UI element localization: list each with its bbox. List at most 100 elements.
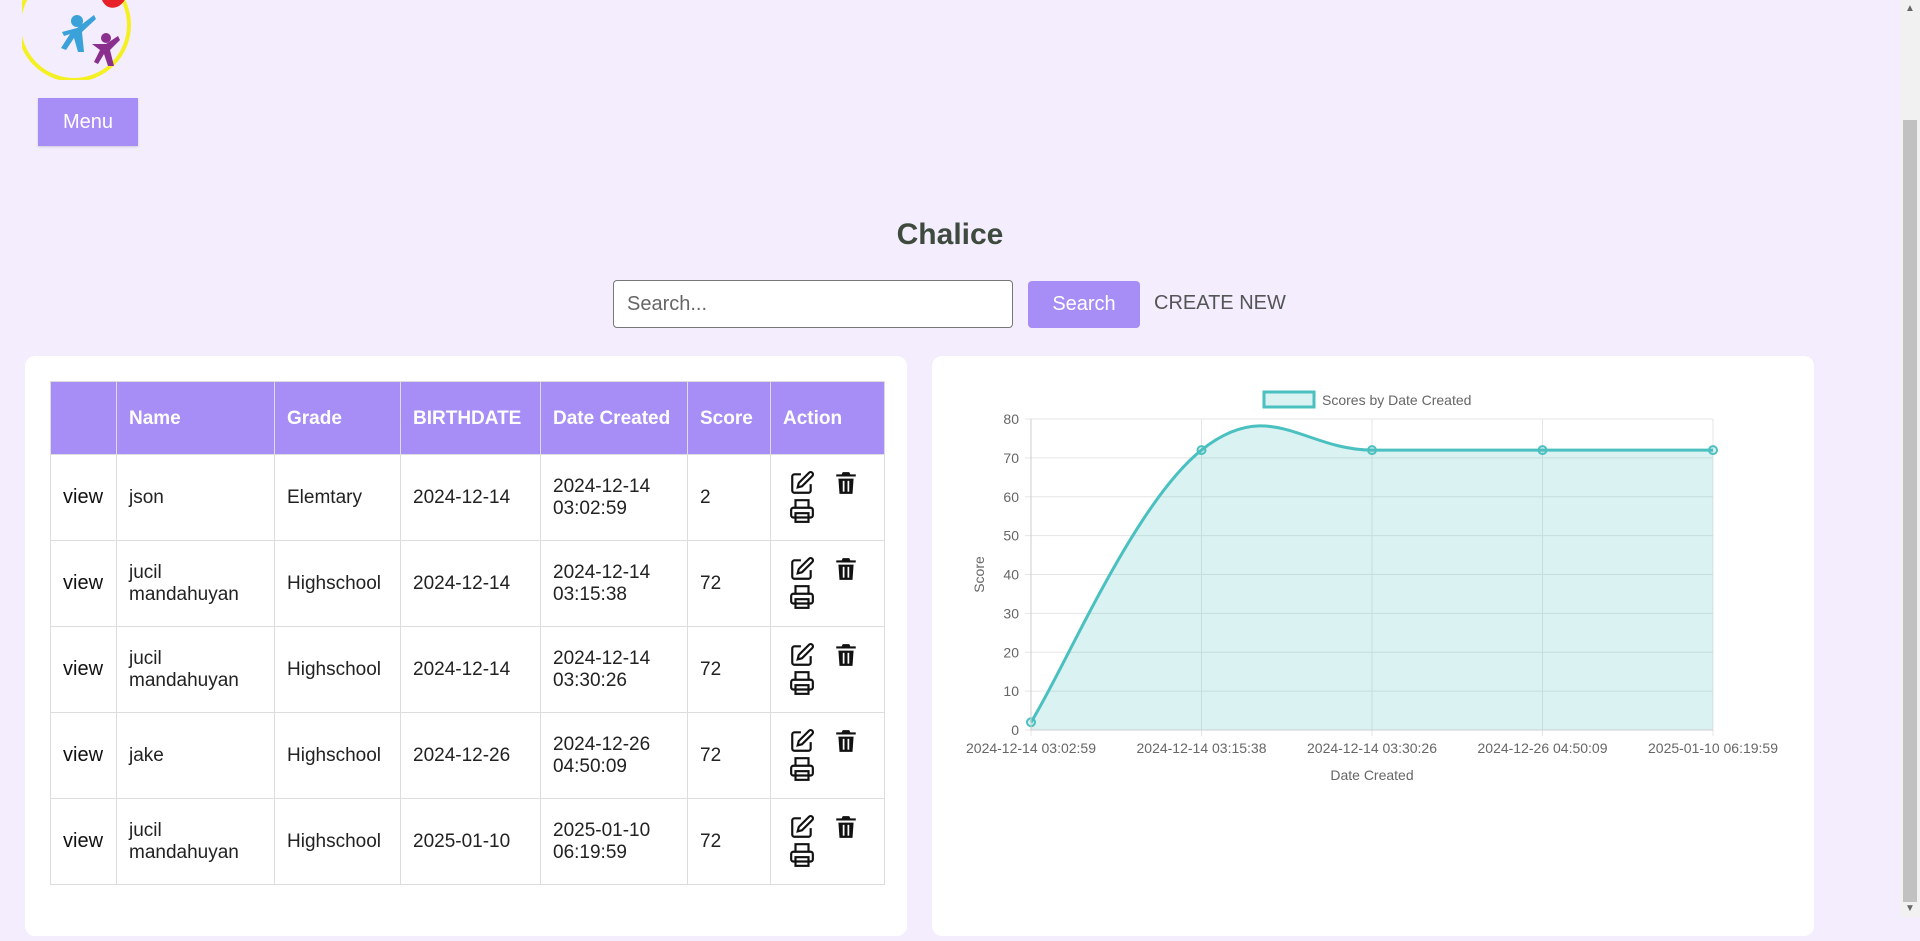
edit-icon[interactable] xyxy=(789,814,815,840)
grade-cell: Elemtary xyxy=(274,454,401,541)
trash-icon[interactable] xyxy=(833,814,859,840)
scroll-up-arrow-icon[interactable]: ▲ xyxy=(1900,0,1920,17)
x-tick-label: 2024-12-26 04:50:09 xyxy=(1478,740,1608,756)
view-cell: view xyxy=(50,540,117,627)
table-row: view jucil mandahuyan Highschool 2025-01-10… xyxy=(50,798,885,885)
y-tick-label: 30 xyxy=(1003,605,1019,621)
grade-cell: Highschool xyxy=(274,712,401,799)
birthdate-cell: 2024-12-14 xyxy=(400,540,541,627)
table-row: view json Elemtary 2024-12-14 2024-12-14 03:… xyxy=(50,454,885,541)
y-tick-label: 0 xyxy=(1011,722,1019,738)
y-tick-label: 20 xyxy=(1003,644,1019,660)
date-created-cell: 2024-12-14 03:02:59 xyxy=(540,454,688,541)
print-icon[interactable] xyxy=(789,584,815,610)
name-cell: jake xyxy=(116,712,275,799)
column-header-action: Action xyxy=(770,381,885,455)
page-title: Chalice xyxy=(896,218,1004,251)
date-created-cell: 2024-12-14 03:30:26 xyxy=(540,626,688,713)
print-icon[interactable] xyxy=(789,670,815,696)
y-tick-label: 80 xyxy=(1003,411,1019,427)
column-header-view xyxy=(50,381,117,455)
print-icon[interactable] xyxy=(789,498,815,524)
table-row: view jake Highschool 2024-12-26 2024-12-26 0… xyxy=(50,712,885,799)
column-header-score: Score xyxy=(687,381,771,455)
data-point xyxy=(1537,445,1548,456)
view-link[interactable]: view xyxy=(63,658,103,680)
edit-icon[interactable] xyxy=(789,728,815,754)
y-tick-label: 70 xyxy=(1003,450,1019,466)
score-cell: 72 xyxy=(687,540,771,627)
date-created-cell: 2024-12-26 04:50:09 xyxy=(540,712,688,799)
trash-icon[interactable] xyxy=(833,728,859,754)
trash-icon[interactable] xyxy=(833,556,859,582)
table-row: view jucil mandahuyan Highschool 2024-12-14… xyxy=(50,540,885,627)
scrollbar[interactable]: ▲ ▼ xyxy=(1900,0,1920,917)
menu-button[interactable]: Menu xyxy=(38,98,138,146)
trash-icon[interactable] xyxy=(833,470,859,496)
table-row: view jucil mandahuyan Highschool 2024-12-14… xyxy=(50,626,885,713)
x-tick-label: 2024-12-14 03:30:26 xyxy=(1307,740,1437,756)
search-input[interactable] xyxy=(613,280,1013,328)
score-cell: 72 xyxy=(687,712,771,799)
scrollbar-thumb[interactable] xyxy=(1903,120,1917,902)
table-header-row: Name Grade BIRTHDATE Date Created Score … xyxy=(50,381,885,455)
view-cell: view xyxy=(50,454,117,541)
birthdate-cell: 2024-12-26 xyxy=(400,712,541,799)
x-tick-label: 2025-01-10 06:19:59 xyxy=(1648,740,1778,756)
edit-icon[interactable] xyxy=(789,470,815,496)
grade-cell: Highschool xyxy=(274,540,401,627)
view-cell: view xyxy=(50,798,117,885)
name-cell: jucil mandahuyan xyxy=(116,626,275,713)
trash-icon[interactable] xyxy=(833,642,859,668)
date-created-cell: 2024-12-14 03:15:38 xyxy=(540,540,688,627)
column-header-name: Name xyxy=(116,381,275,455)
name-cell: json xyxy=(116,454,275,541)
edit-icon[interactable] xyxy=(789,642,815,668)
y-tick-label: 60 xyxy=(1003,489,1019,505)
name-cell: jucil mandahuyan xyxy=(116,798,275,885)
action-cell xyxy=(770,540,885,627)
birthdate-cell: 2025-01-10 xyxy=(400,798,541,885)
grade-cell: Highschool xyxy=(274,626,401,713)
y-tick-label: 50 xyxy=(1003,528,1019,544)
chart-card: 0 10 20 30 40 50 60 70 80 2024-12-14 03:02:59 2024… xyxy=(932,356,1814,936)
legend-swatch xyxy=(1262,390,1316,409)
column-header-birthdate: BIRTHDATE xyxy=(400,381,541,455)
data-point xyxy=(1196,445,1207,456)
data-point xyxy=(1708,445,1718,456)
view-link[interactable]: view xyxy=(63,744,103,766)
action-cell xyxy=(770,626,885,713)
view-link[interactable]: view xyxy=(63,486,103,508)
birthdate-cell: 2024-12-14 xyxy=(400,454,541,541)
score-cell: 72 xyxy=(687,626,771,713)
birthdate-cell: 2024-12-14 xyxy=(400,626,541,713)
print-icon[interactable] xyxy=(789,842,815,868)
family-logo-icon xyxy=(22,0,131,80)
y-axis-title: Score xyxy=(971,556,987,593)
date-created-cell: 2025-01-10 06:19:59 xyxy=(540,798,688,885)
view-cell: view xyxy=(50,712,117,799)
view-link[interactable]: view xyxy=(63,830,103,852)
y-tick-label: 10 xyxy=(1003,683,1019,699)
print-icon[interactable] xyxy=(789,756,815,782)
column-header-date-created: Date Created xyxy=(540,381,688,455)
legend-label: Scores by Date Created xyxy=(1322,392,1471,408)
create-new-link[interactable]: CREATE NEW xyxy=(1154,292,1286,315)
view-cell: view xyxy=(50,626,117,713)
x-tick-label: 2024-12-14 03:02:59 xyxy=(966,740,1096,756)
view-link[interactable]: view xyxy=(63,572,103,594)
data-point xyxy=(1367,445,1377,456)
score-cell: 2 xyxy=(687,454,771,541)
name-cell: jucil mandahuyan xyxy=(116,540,275,627)
y-tick-label: 40 xyxy=(1003,567,1019,583)
column-header-grade: Grade xyxy=(274,381,401,455)
grade-cell: Highschool xyxy=(274,798,401,885)
action-cell xyxy=(770,712,885,799)
records-card: Name Grade BIRTHDATE Date Created Score … xyxy=(25,356,907,936)
edit-icon[interactable] xyxy=(789,556,815,582)
search-button[interactable]: Search xyxy=(1028,281,1140,328)
score-cell: 72 xyxy=(687,798,771,885)
score-chart: 0 10 20 30 40 50 60 70 80 2024-12-14 03:02:59 2024… xyxy=(966,390,1778,783)
scroll-down-arrow-icon[interactable]: ▼ xyxy=(1900,900,1920,917)
records-table: Name Grade BIRTHDATE Date Created Score … xyxy=(50,381,885,885)
